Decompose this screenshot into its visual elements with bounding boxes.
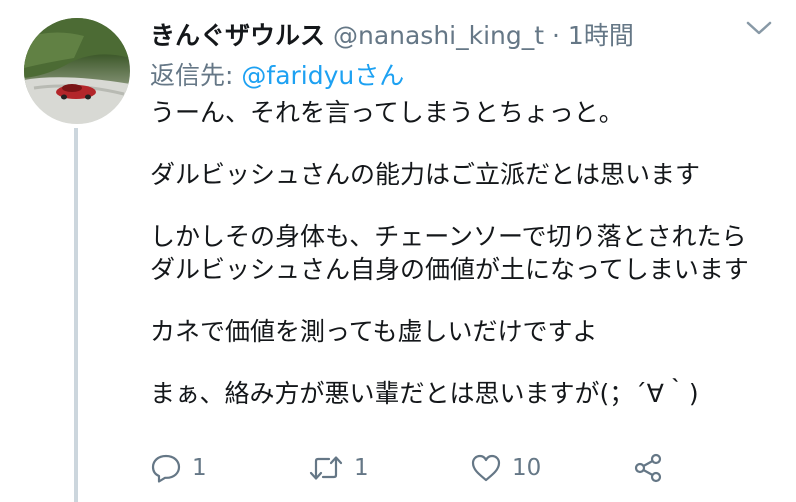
display-name[interactable]: きんぐザウルス xyxy=(150,21,325,50)
speech-bubble-icon xyxy=(151,454,181,483)
retweet-arrows-icon xyxy=(309,456,343,480)
reply-button[interactable]: 1 xyxy=(150,450,207,486)
tweet-text-line: ダルビッシュさんの能力はご立派だとは思います xyxy=(150,160,701,189)
tweet-text-line: まぁ、絡み方が悪い輩だとは思いますが(；´∀｀) xyxy=(150,379,699,408)
reply-label: 返信先: xyxy=(150,61,234,90)
share-icon xyxy=(634,453,662,483)
like-count: 10 xyxy=(512,455,542,481)
tweet-text-line: ダルビッシュさん自身の価値が土になってしまいます xyxy=(150,255,749,284)
tweet-text-line: うーん、それを言ってしまうとちょっと。 xyxy=(150,98,624,127)
reply-context: 返信先: @faridyuさん xyxy=(150,56,404,92)
tweet-header: きんぐザウルス @nanashi_king_t · 1時間 xyxy=(150,16,634,52)
avatar-image xyxy=(24,18,130,124)
share-button[interactable] xyxy=(632,450,664,486)
avatar[interactable] xyxy=(24,18,130,124)
tweet-text-line: しかしその身体も、チェーンソーで切り落とされたら xyxy=(150,222,747,251)
tweet-menu-button[interactable] xyxy=(745,18,773,38)
timestamp[interactable]: 1時間 xyxy=(568,21,634,50)
tweet-actions: 1 1 10 xyxy=(150,450,790,486)
reply-mention-link[interactable]: @faridyuさん xyxy=(241,61,404,90)
heart-icon xyxy=(471,454,501,482)
retweet-count: 1 xyxy=(354,455,369,481)
tweet-text-line: カネで価値を測っても虚しいだけですよ xyxy=(150,317,598,346)
user-handle[interactable]: @nanashi_king_t xyxy=(333,21,544,50)
reply-count: 1 xyxy=(192,455,207,481)
chevron-down-icon xyxy=(746,21,772,35)
like-button[interactable]: 10 xyxy=(470,450,541,486)
separator-dot: · xyxy=(552,21,560,50)
thread-line xyxy=(74,128,78,502)
tweet-body: うーん、それを言ってしまうとちょっと。 ダルビッシュさんの能力はご立派だとは思い… xyxy=(150,96,780,410)
retweet-button[interactable]: 1 xyxy=(308,450,369,486)
